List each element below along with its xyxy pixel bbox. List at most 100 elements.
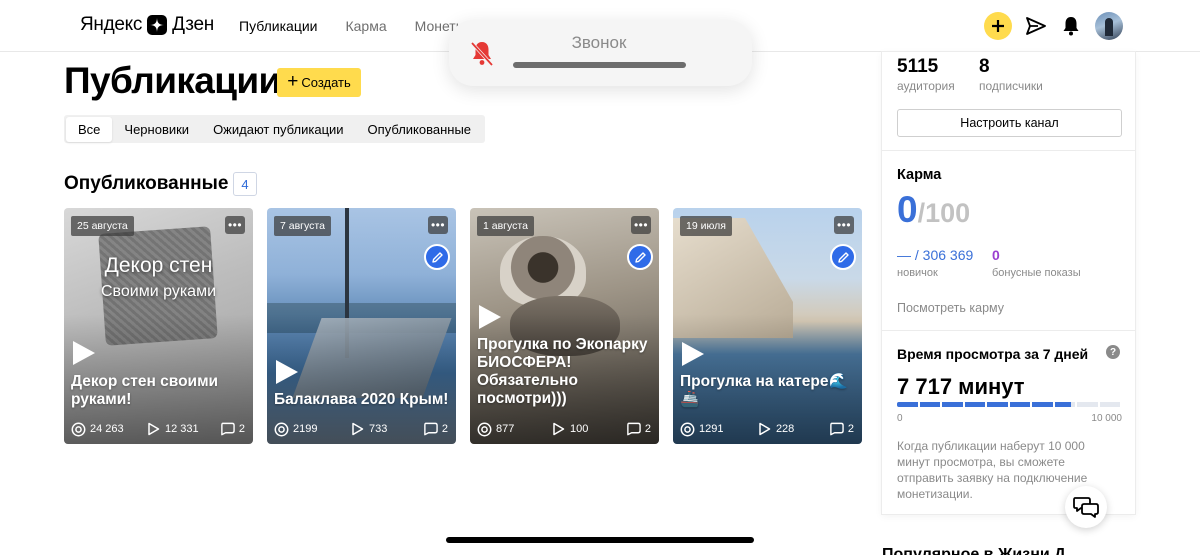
plays-stat: 12 331 [146,422,218,437]
karma-value: 0 [897,189,918,230]
bonus-label: бонусные показы [992,267,1081,279]
card-title[interactable]: Декор стен своими руками! [71,373,247,409]
views-stat: 2199 [274,422,350,437]
comments-stat[interactable]: 2 [423,422,448,437]
tab-pending[interactable]: Ожидают публикации [201,117,355,142]
card-date: 25 августа [71,216,134,236]
more-options-button[interactable]: ••• [834,216,854,234]
tab-published[interactable]: Опубликованные [356,117,484,142]
logo-text-2: Дзен [172,14,214,35]
more-options-button[interactable]: ••• [428,216,448,234]
support-chat-button[interactable] [1065,486,1107,528]
thumbnail-caption-2: Своими руками [101,283,216,300]
comment-icon [220,422,235,437]
card-stats: 2199 733 2 [274,421,448,437]
comments-stat[interactable]: 2 [220,422,245,437]
chat-bubbles-icon [1073,497,1099,518]
card-date: 7 августа [274,216,331,236]
tab-drafts[interactable]: Черновики [112,117,201,142]
subscribers-label: подписчики [979,79,1043,93]
plays-count: 733 [369,423,388,435]
help-icon[interactable]: ? [1106,345,1120,359]
publication-card-3[interactable]: 1 августа ••• Прогулка по Экопарку БИОСФ… [470,208,659,444]
section-count-badge: 4 [233,172,257,196]
rank-value: — / 306 369 [897,247,974,263]
publication-card-4[interactable]: 19 июля ••• Прогулка на катере🌊🚢 1291 22… [673,208,862,444]
filter-tabs: Все Черновики Ожидают публикации Опублик… [64,115,486,143]
edit-button[interactable] [830,244,856,270]
views-count: 1291 [699,423,724,435]
eye-icon [71,422,86,437]
card-stats: 24 263 12 331 2 [71,421,245,437]
home-indicator[interactable] [446,537,754,543]
bell-icon [1063,17,1079,36]
comment-icon [626,422,641,437]
view-karma-link[interactable]: Посмотреть карму [897,301,1004,315]
channel-stats-panel: 5115 аудитория 8 подписчики Настроить ка… [882,52,1135,514]
views-stat: 1291 [680,422,757,437]
nav-publications[interactable]: Публикации [239,18,317,34]
card-title[interactable]: Балаклава 2020 Крым! [274,391,450,409]
card-title[interactable]: Прогулка по Экопарку БИОСФЕРА! Обязатель… [477,336,653,408]
add-publication-button[interactable] [984,12,1012,40]
plays-stat: 733 [350,422,422,437]
subscribers-value: 8 [979,56,990,77]
logo-text: Яндекс [80,14,143,35]
bonus-value: 0 [992,247,1000,263]
more-options-button[interactable]: ••• [631,216,651,234]
publication-card-1[interactable]: Декор стен Своими руками 25 августа ••• … [64,208,253,444]
call-notification[interactable]: Звонок [449,20,752,86]
views-count: 24 263 [90,423,124,435]
create-button-label: Создать [301,75,351,90]
comments-stat[interactable]: 2 [829,422,854,437]
eye-icon [680,422,695,437]
views-count: 2199 [293,423,318,435]
comment-icon [423,422,438,437]
card-stats: 1291 228 2 [680,421,854,437]
more-options-button[interactable]: ••• [225,216,245,234]
play-outline-icon [551,422,566,437]
plays-count: 100 [570,423,589,435]
edit-button[interactable] [424,244,450,270]
main-nav: Публикации Карма Монетиза [239,18,478,34]
send-button[interactable] [1025,15,1047,37]
call-title: Звонок [571,33,627,52]
setup-channel-button[interactable]: Настроить канал [897,109,1122,137]
thumbnail-caption-1: Декор стен [104,254,213,277]
comments-count: 2 [441,423,448,435]
header-actions [984,12,1123,40]
comment-icon [829,422,844,437]
page-title: Публикации [64,60,281,101]
nav-karma[interactable]: Карма [345,18,386,34]
bottom-section-peek: Популярное в Жизни Д [882,546,1066,555]
edit-button[interactable] [627,244,653,270]
pencil-icon [837,251,849,263]
publication-cards: Декор стен Своими руками 25 августа ••• … [64,208,864,444]
play-icon [276,360,298,384]
plus-icon: + [287,71,299,92]
karma-title: Карма [897,167,942,183]
card-title[interactable]: Прогулка на катере🌊🚢 [680,373,856,409]
create-button[interactable]: + Создать [277,68,361,97]
watch-time-value: 7 717 минут [897,374,1025,399]
comments-count: 2 [847,423,854,435]
views-stat: 24 263 [71,422,146,437]
notifications-button[interactable] [1060,15,1082,37]
plays-stat: 228 [757,422,829,437]
rank-label: новичок [897,267,938,279]
publication-card-2[interactable]: 7 августа ••• Балаклава 2020 Крым! 2199 … [267,208,456,444]
logo[interactable]: Яндекс Дзен [80,14,214,36]
avatar[interactable] [1095,12,1123,40]
play-icon [479,305,501,329]
karma-max: /100 [917,198,971,228]
play-outline-icon [146,422,161,437]
eye-icon [477,422,492,437]
eye-icon [274,422,289,437]
watch-time-title: Время просмотра за 7 дней [897,346,1089,362]
comments-stat[interactable]: 2 [626,422,651,437]
audience-value: 5115 [897,56,939,77]
tab-all[interactable]: Все [66,116,113,142]
plays-count: 12 331 [165,423,199,435]
plus-icon [992,20,1004,32]
karma-section: Карма 0 /100 — / 306 369 новичок 0 бонус… [882,150,1135,330]
